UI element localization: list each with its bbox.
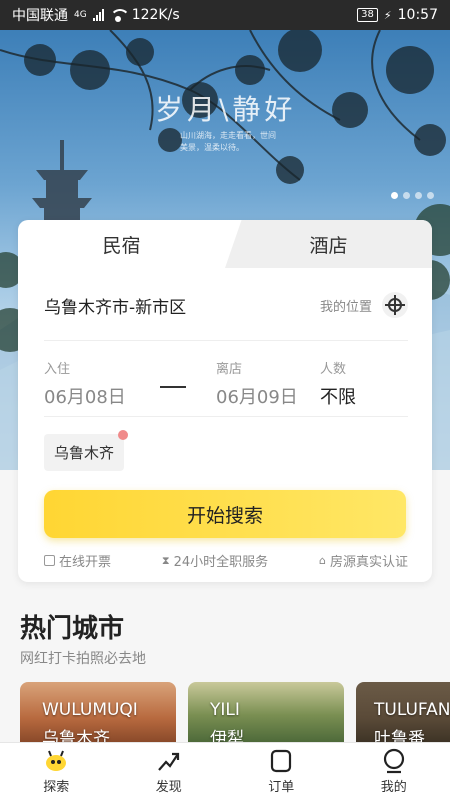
tab-minsu[interactable]: 民宿 xyxy=(18,220,225,268)
charging-icon: ⚡ xyxy=(383,8,392,22)
city-card-yili[interactable]: YILI 伊犁 xyxy=(188,682,344,742)
carousel-dot[interactable] xyxy=(403,192,410,199)
city-card-tulufan[interactable]: TULUFAN 吐鲁番 xyxy=(356,682,450,742)
hero-title: 岁月\静好 xyxy=(155,93,297,126)
nav-explore-label: 探索 xyxy=(43,780,70,795)
city-name-cn: 伊犁 xyxy=(210,729,244,742)
divider xyxy=(44,340,408,341)
locate-icon[interactable] xyxy=(382,292,408,318)
nav-orders[interactable]: 订单 xyxy=(225,743,338,800)
date-separator xyxy=(160,386,186,388)
clock: 10:57 xyxy=(397,7,438,23)
my-location-label[interactable]: 我的位置 xyxy=(320,296,372,315)
city-name-en: YILI xyxy=(210,700,240,720)
checkout-field[interactable]: 离店 06月09日 xyxy=(216,358,298,409)
battery-icon: 38 xyxy=(357,8,378,22)
guests-label: 人数 xyxy=(320,362,347,377)
guests-value[interactable]: 不限 xyxy=(320,383,356,409)
bottom-navigation: 探索 发现 订单 我的 xyxy=(0,742,450,800)
nav-discover-label: 发现 xyxy=(155,780,182,795)
location-row[interactable]: 乌鲁木齐市-新市区 我的位置 xyxy=(44,290,408,320)
invoice-icon xyxy=(44,555,55,566)
city-card-wulumuqi[interactable]: WULUMUQI 乌鲁木齐 xyxy=(20,682,176,742)
order-icon xyxy=(268,748,294,774)
feature-invoice: 在线开票 xyxy=(44,551,111,570)
house-icon: ⌂ xyxy=(318,554,326,567)
hero-subtitle: 山川湖海，走走看看，世间美景，温柔以待。 xyxy=(180,131,276,152)
checkout-label: 离店 xyxy=(216,362,243,377)
nav-mine[interactable]: 我的 xyxy=(338,743,450,800)
city-name-cn: 吐鲁番 xyxy=(374,729,425,742)
feature-service-label: 24小时全职服务 xyxy=(173,555,269,570)
section-subtitle: 网红打卡拍照必去地 xyxy=(20,651,146,667)
city-name-cn: 乌鲁木齐 xyxy=(42,729,110,742)
carrier-name: 中国联通 xyxy=(12,8,68,24)
history-chip[interactable]: 乌鲁木齐 xyxy=(44,430,129,471)
carousel-dots[interactable] xyxy=(391,192,434,199)
profile-icon xyxy=(381,748,407,774)
hourglass-icon: ⧗ xyxy=(161,553,170,567)
carousel-dot[interactable] xyxy=(427,192,434,199)
carousel-dot[interactable] xyxy=(415,192,422,199)
section-title: 热门城市 xyxy=(20,614,125,644)
feature-verified-label: 房源真实认证 xyxy=(329,555,408,570)
wifi-icon xyxy=(109,9,130,22)
tab-hotel[interactable]: 酒店 xyxy=(225,220,432,268)
booking-card: 民宿 酒店 乌鲁木齐市-新市区 我的位置 入住 06月08日 离店 06月09日… xyxy=(18,220,432,582)
status-bar: 中国联通 4G 122K/s 38 ⚡ 10:57 xyxy=(0,0,450,30)
history-chip-label: 乌鲁木齐 xyxy=(54,444,115,462)
divider xyxy=(44,416,408,417)
nav-explore[interactable]: 探索 xyxy=(0,743,113,800)
carousel-dot[interactable] xyxy=(391,192,398,199)
location-city[interactable]: 乌鲁木齐市-新市区 xyxy=(44,293,186,318)
search-button[interactable]: 开始搜索 xyxy=(44,490,406,538)
booking-tabs: 民宿 酒店 xyxy=(18,220,432,268)
trend-icon xyxy=(156,748,182,774)
city-name-en: WULUMUQI xyxy=(42,700,138,720)
explore-icon xyxy=(43,748,69,774)
network-type: 4G xyxy=(74,10,87,20)
checkin-label: 入住 xyxy=(44,362,71,377)
feature-invoice-label: 在线开票 xyxy=(59,555,112,570)
checkout-date[interactable]: 06月09日 xyxy=(216,383,298,409)
feature-verified: ⌂ 房源真实认证 xyxy=(319,551,408,570)
guests-field[interactable]: 人数 不限 xyxy=(320,358,356,409)
nav-orders-label: 订单 xyxy=(268,780,295,795)
checkin-date[interactable]: 06月08日 xyxy=(44,383,126,409)
checkin-field[interactable]: 入住 06月08日 xyxy=(44,358,126,409)
nav-discover[interactable]: 发现 xyxy=(113,743,226,800)
city-name-en: TULUFAN xyxy=(374,700,450,720)
feature-service: ⧗ 24小时全职服务 xyxy=(161,551,269,571)
remove-chip-icon[interactable] xyxy=(118,430,129,440)
battery-level: 38 xyxy=(361,9,374,20)
signal-icon xyxy=(92,9,104,21)
network-speed: 122K/s xyxy=(131,7,180,23)
nav-mine-label: 我的 xyxy=(380,780,407,795)
feature-row: 在线开票 ⧗ 24小时全职服务 ⌂ 房源真实认证 xyxy=(44,551,408,570)
